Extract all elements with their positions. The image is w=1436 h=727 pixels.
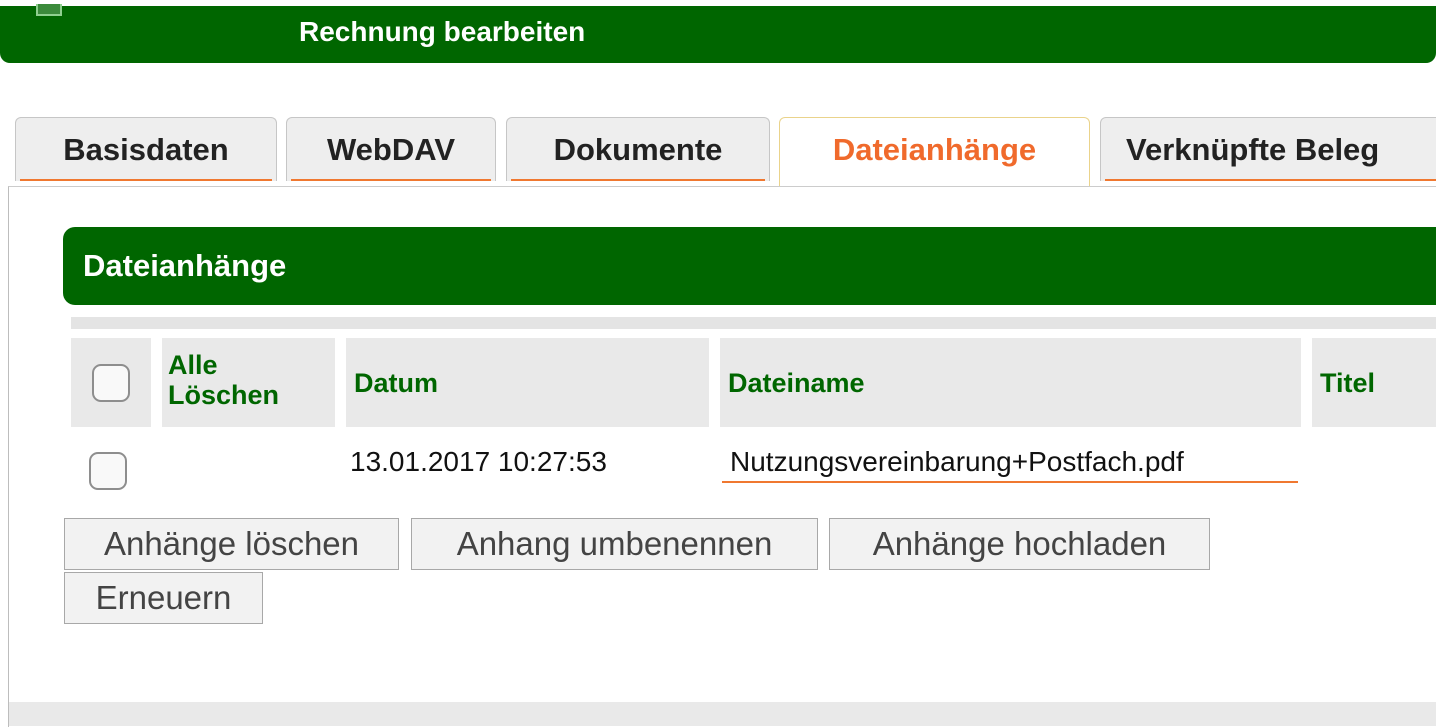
rename-attachment-button[interactable]: Anhang umbenennen — [411, 518, 818, 570]
section-title: Dateianhänge — [83, 248, 287, 283]
menu-icon[interactable] — [36, 4, 62, 16]
select-all-header — [71, 338, 151, 427]
row-select-checkbox[interactable] — [89, 452, 127, 490]
tab-verknuepfte-belege[interactable]: Verknüpfte Beleg — [1100, 117, 1436, 181]
delete-all-header[interactable]: Alle Löschen — [162, 338, 335, 427]
page-title: Rechnung bearbeiten — [299, 16, 586, 47]
tab-basisdaten[interactable]: Basisdaten — [15, 117, 277, 181]
delete-all-label-line2: Löschen — [168, 380, 280, 410]
title-bar: Rechnung bearbeiten — [0, 4, 1436, 63]
upload-attachments-button[interactable]: Anhänge hochladen — [829, 518, 1210, 570]
select-all-checkbox[interactable] — [92, 364, 130, 402]
column-header-title[interactable]: Titel — [1312, 338, 1436, 427]
section-header: Dateianhänge — [63, 227, 1436, 305]
column-header-date[interactable]: Datum — [346, 338, 709, 427]
column-header-filename[interactable]: Dateiname — [720, 338, 1301, 427]
column-header-filename-label: Dateiname — [728, 368, 865, 398]
column-header-title-label: Titel — [1320, 368, 1376, 398]
tab-dokumente[interactable]: Dokumente — [506, 117, 770, 181]
column-header-date-label: Datum — [354, 368, 439, 398]
delete-attachments-button[interactable]: Anhänge löschen — [64, 518, 399, 570]
tab-webdav[interactable]: WebDAV — [286, 117, 496, 181]
footer-bar — [9, 702, 1436, 726]
refresh-button[interactable]: Erneuern — [64, 572, 263, 624]
row-date: 13.01.2017 10:27:53 — [350, 446, 607, 477]
table-toolbar — [71, 317, 1436, 329]
attachment-filename: Nutzungsvereinbarung+Postfach.pdf — [730, 446, 1184, 477]
delete-all-label-line1: Alle — [168, 350, 218, 380]
attachment-file-link[interactable]: Nutzungsvereinbarung+Postfach.pdf — [722, 443, 1298, 483]
tab-dateianhaenge[interactable]: Dateianhänge — [779, 117, 1090, 187]
